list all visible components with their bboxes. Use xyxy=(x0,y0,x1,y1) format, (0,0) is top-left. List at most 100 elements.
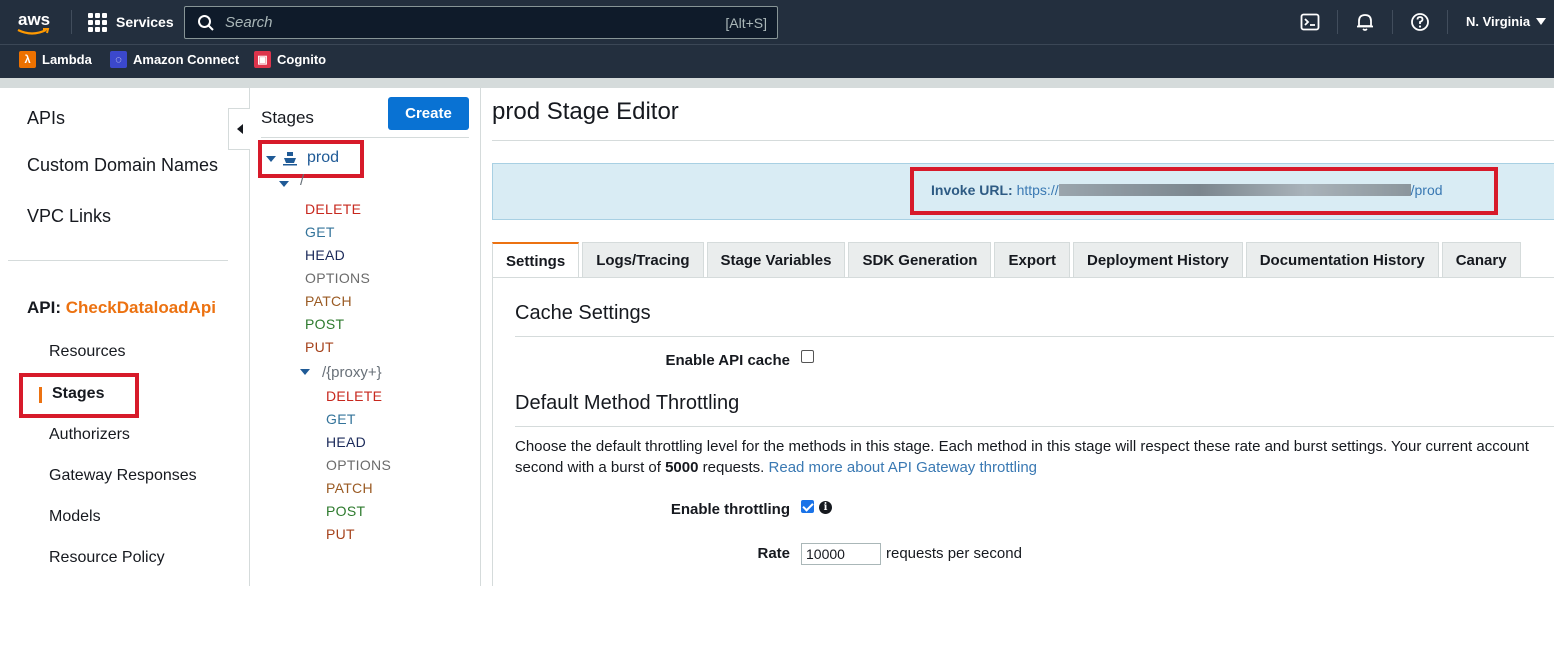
top-navigation-bar: aws Services Search [Alt+S] N. Virginia xyxy=(0,0,1554,44)
tab-canary[interactable]: Canary xyxy=(1441,242,1521,278)
expand-caret-icon[interactable] xyxy=(300,369,310,375)
cache-settings-heading: Cache Settings xyxy=(515,302,651,324)
desc-text: requests. xyxy=(702,459,765,476)
burst-value: 5000 xyxy=(665,459,699,476)
enable-throttling-label: Enable throttling xyxy=(670,501,790,518)
method-put[interactable]: PUT xyxy=(305,339,334,355)
tab-settings[interactable]: Settings xyxy=(492,242,580,278)
create-stage-button[interactable]: Create xyxy=(388,97,469,130)
throttling-description-line-2: second with a burst of 5000 requests. Re… xyxy=(515,457,1554,478)
caret-left-icon xyxy=(236,124,243,134)
rate-label: Rate xyxy=(757,545,790,562)
throttling-docs-link[interactable]: Read more about API Gateway throttling xyxy=(769,459,1037,476)
stages-panel-title: Stages xyxy=(261,108,314,127)
collapse-nav-button[interactable] xyxy=(228,108,250,150)
tab-panel-border xyxy=(492,278,493,586)
caret-down-icon xyxy=(1536,18,1547,25)
nav-item-stages[interactable]: Stages xyxy=(19,373,139,418)
enable-api-cache-label: Enable API cache xyxy=(665,352,791,369)
aws-smile-icon xyxy=(17,28,50,35)
method-get[interactable]: GET xyxy=(326,411,356,427)
nav-item-models[interactable]: Models xyxy=(49,508,101,526)
nav-item-resource-policy[interactable]: Resource Policy xyxy=(49,549,165,567)
help-icon[interactable] xyxy=(1410,12,1430,32)
nav-item-custom-domain-names[interactable]: Custom Domain Names xyxy=(27,155,218,176)
method-head[interactable]: HEAD xyxy=(305,247,345,263)
expand-caret-icon[interactable] xyxy=(279,181,289,187)
search-shortcut: [Alt+S] xyxy=(725,14,767,31)
tab-logs-tracing[interactable]: Logs/Tracing xyxy=(582,242,704,278)
method-delete[interactable]: DELETE xyxy=(326,388,382,404)
stage-icon xyxy=(283,152,297,166)
tab-deployment-history[interactable]: Deployment History xyxy=(1073,242,1243,278)
method-post[interactable]: POST xyxy=(305,316,344,332)
method-post[interactable]: POST xyxy=(326,503,365,519)
region-selector[interactable]: N. Virginia xyxy=(1466,14,1547,29)
nav-item-gateway-responses[interactable]: Gateway Responses xyxy=(49,467,197,485)
enable-api-cache-checkbox[interactable] xyxy=(801,350,814,363)
api-key-label: API: xyxy=(27,298,61,317)
aws-logo[interactable]: aws xyxy=(16,8,56,36)
aws-logo-text: aws xyxy=(18,10,51,29)
tab-baseline xyxy=(492,277,1554,278)
favorite-cognito[interactable]: ▣ Cognito xyxy=(254,51,326,68)
nav-item-resources[interactable]: Resources xyxy=(49,343,125,361)
method-put[interactable]: PUT xyxy=(326,526,355,542)
favorite-label: Lambda xyxy=(42,52,92,67)
services-label: Services xyxy=(116,14,174,30)
header-divider xyxy=(71,10,72,34)
favorite-lambda[interactable]: λ Lambda xyxy=(19,51,92,68)
redacted-url-segment xyxy=(1058,184,1411,196)
method-get[interactable]: GET xyxy=(305,224,335,240)
nav-divider xyxy=(8,260,228,261)
method-options[interactable]: OPTIONS xyxy=(305,270,370,286)
tab-sdk-generation[interactable]: SDK Generation xyxy=(848,242,992,278)
method-delete[interactable]: DELETE xyxy=(305,201,361,217)
services-menu-button[interactable]: Services xyxy=(88,10,174,34)
tab-stage-variables[interactable]: Stage Variables xyxy=(706,242,846,278)
invoke-url-label: Invoke URL: xyxy=(931,182,1013,198)
search-input[interactable]: Search [Alt+S] xyxy=(184,6,778,39)
header-divider xyxy=(1337,10,1338,34)
title-divider xyxy=(492,140,1554,141)
tab-documentation-history[interactable]: Documentation History xyxy=(1245,242,1439,278)
info-icon[interactable]: i xyxy=(819,501,832,514)
cloudshell-icon[interactable] xyxy=(1300,12,1320,32)
resource-proxy-path[interactable]: /{proxy+} xyxy=(322,364,382,381)
throttling-heading: Default Method Throttling xyxy=(515,392,740,414)
favorite-amazon-connect[interactable]: ◌ Amazon Connect xyxy=(110,51,239,68)
favorite-label: Amazon Connect xyxy=(133,52,240,67)
resource-root-path[interactable]: / xyxy=(300,172,304,189)
cognito-icon: ▣ xyxy=(254,51,271,68)
api-name-link[interactable]: CheckDataloadApi xyxy=(66,298,216,317)
invoke-url-prefix: https:// xyxy=(1016,182,1059,198)
stage-node-prod[interactable]: prod xyxy=(258,140,364,178)
lambda-icon: λ xyxy=(19,51,36,68)
nav-item-authorizers[interactable]: Authorizers xyxy=(49,426,130,444)
method-options[interactable]: OPTIONS xyxy=(326,457,391,473)
tab-export[interactable]: Export xyxy=(994,242,1070,278)
method-patch[interactable]: PATCH xyxy=(326,480,373,496)
stages-tree-panel: Stages Create prod xyxy=(250,88,481,586)
api-title: API: CheckDataloadApi xyxy=(27,298,216,318)
active-indicator xyxy=(39,387,42,403)
method-patch[interactable]: PATCH xyxy=(305,293,352,309)
header-divider xyxy=(1447,10,1448,34)
method-head[interactable]: HEAD xyxy=(326,434,366,450)
enable-throttling-checkbox[interactable] xyxy=(801,500,814,513)
nav-item-vpc-links[interactable]: VPC Links xyxy=(27,206,111,227)
invoke-url-row: Invoke URL: https:// /prod xyxy=(931,182,1443,198)
region-label: N. Virginia xyxy=(1466,14,1531,29)
page-title: prod Stage Editor xyxy=(492,98,679,125)
section-divider xyxy=(515,336,1554,337)
nav-item-apis[interactable]: APIs xyxy=(27,108,65,129)
rate-input[interactable] xyxy=(801,543,881,565)
invoke-url-link[interactable]: https:// /prod xyxy=(1017,182,1443,198)
nav-item-stages-label: Stages xyxy=(52,385,105,402)
section-divider xyxy=(515,426,1554,427)
expand-caret-icon[interactable] xyxy=(266,156,276,162)
amazon-connect-icon: ◌ xyxy=(110,51,127,68)
notifications-bell-icon[interactable] xyxy=(1355,12,1375,32)
header-divider xyxy=(1392,10,1393,34)
header-shadow-strip xyxy=(0,78,1554,88)
